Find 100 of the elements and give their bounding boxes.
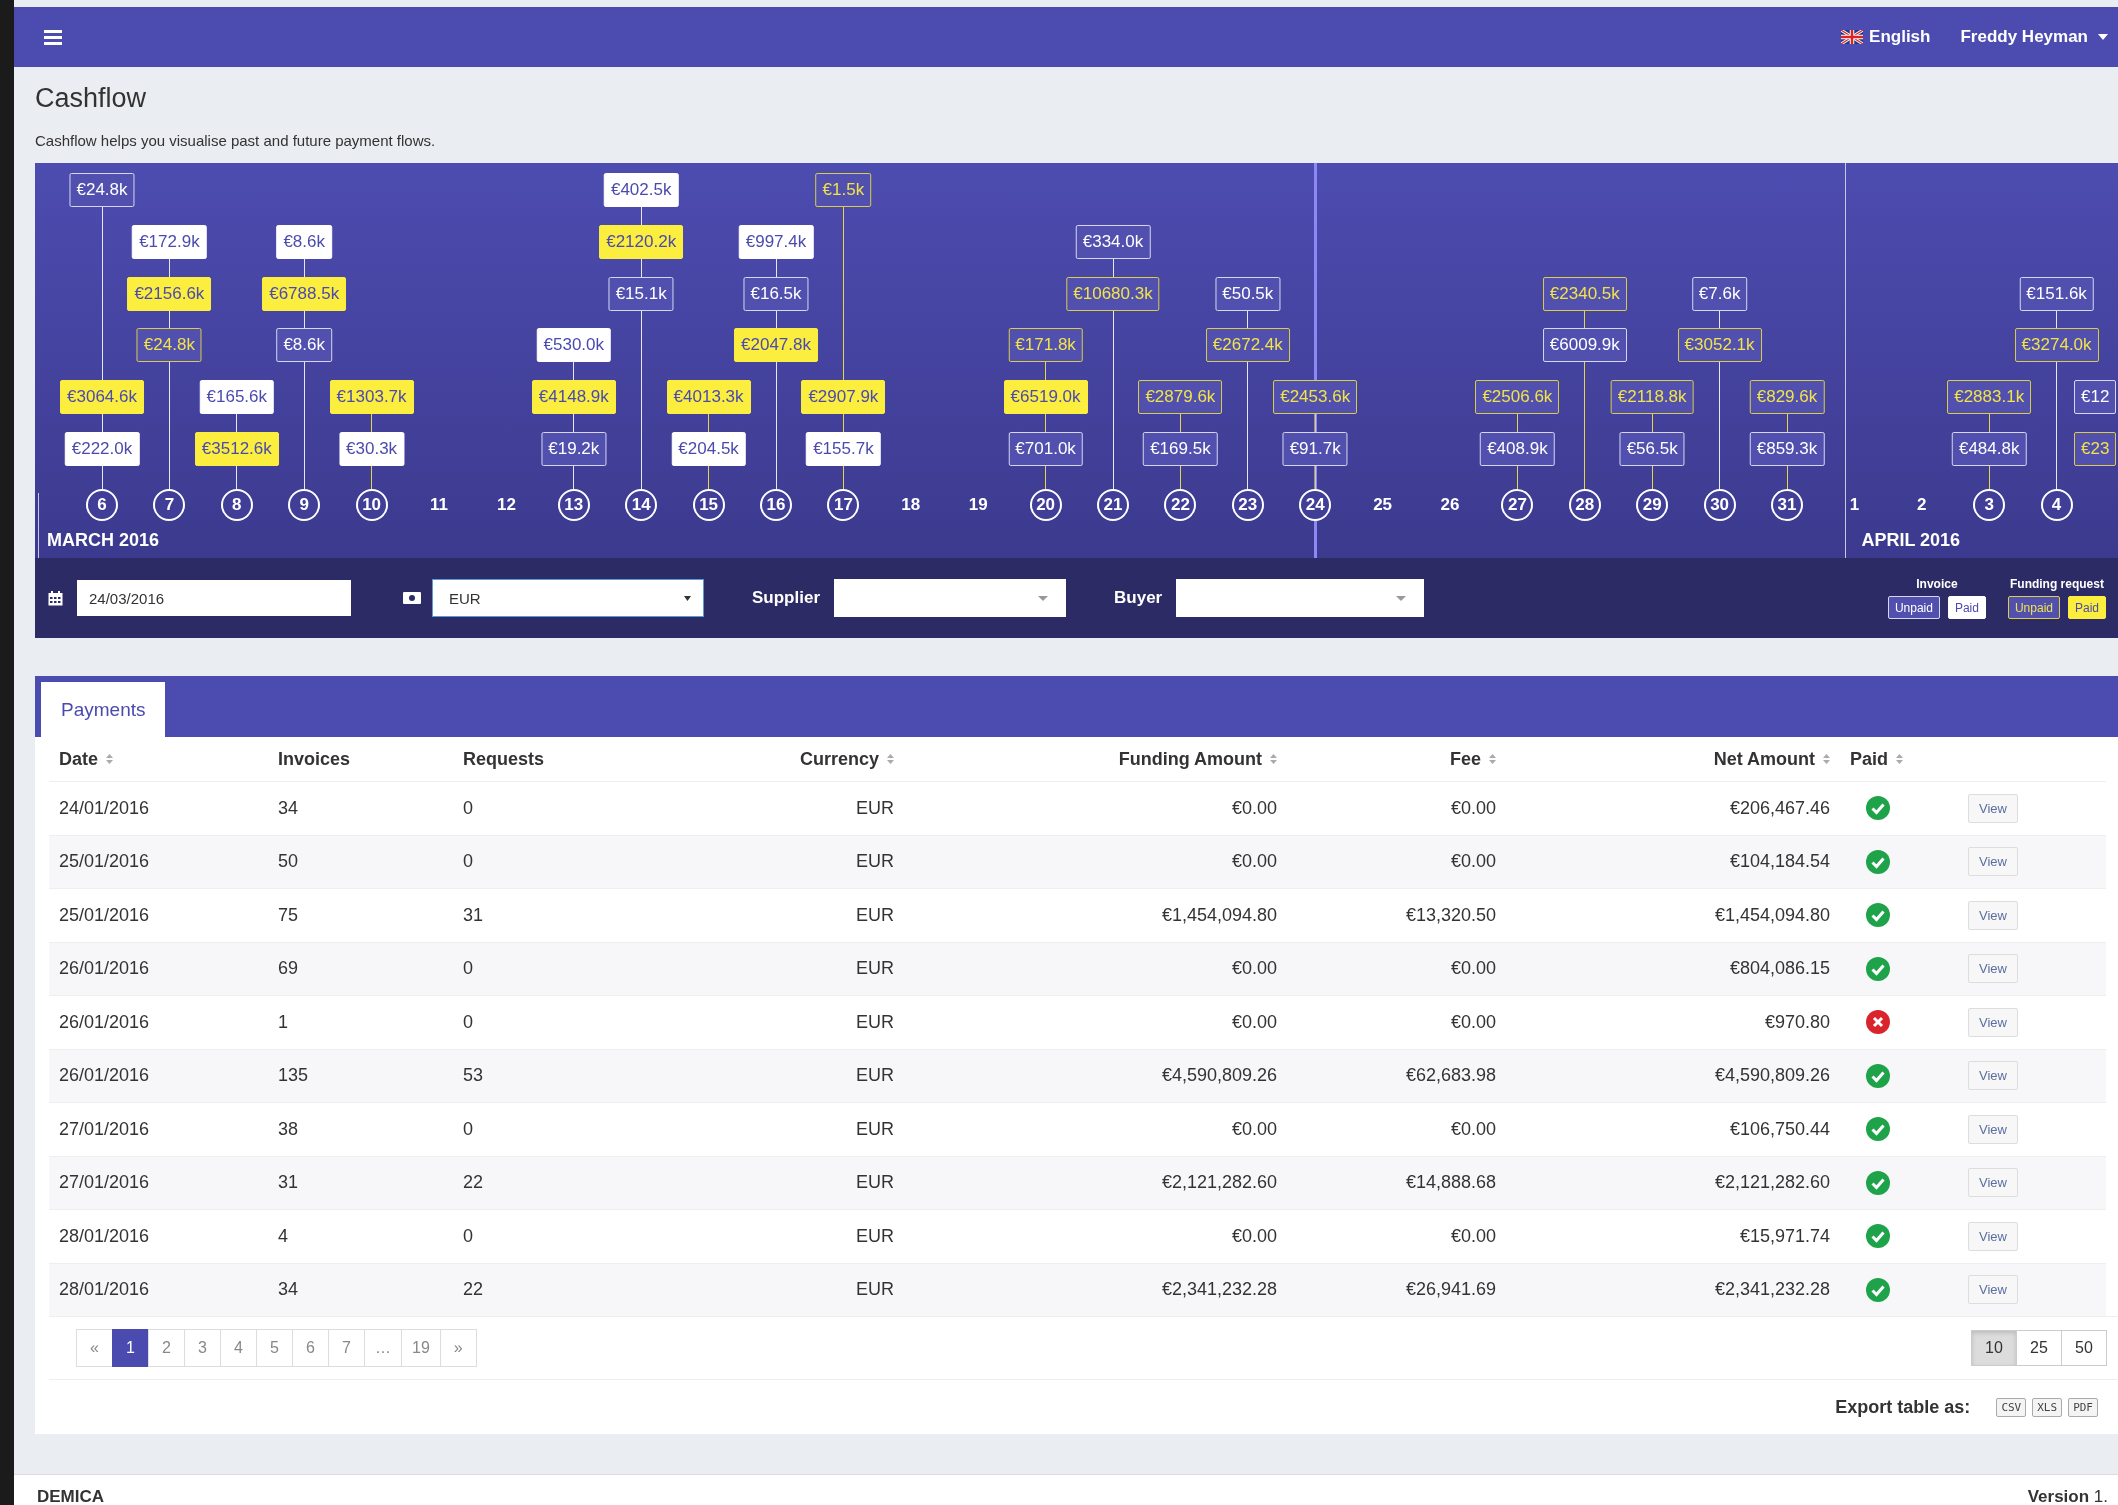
page-button[interactable]: 19 [401, 1329, 441, 1367]
table-cell: EUR [856, 851, 894, 872]
table-cell: EUR [856, 1118, 894, 1139]
menu-icon[interactable] [44, 29, 62, 45]
page-button[interactable]: 2 [148, 1329, 185, 1367]
amount-tag: €6519.0k [1003, 380, 1088, 415]
view-button[interactable]: View [1968, 900, 2018, 930]
next-page-button[interactable]: » [439, 1329, 477, 1367]
table-cell: €15,971.74 [1739, 1225, 1830, 1246]
sort-icon [887, 754, 894, 764]
amount-tag: €24.8k [136, 328, 202, 363]
brand-name: DEMICA [37, 1487, 105, 1505]
export-button[interactable]: PDF [2068, 1397, 2098, 1417]
column-header[interactable]: Funding Amount [1118, 748, 1277, 770]
amount-tag: €859.3k [1749, 432, 1825, 466]
status-toggle[interactable]: Paid [2067, 596, 2106, 619]
page-button[interactable]: … [364, 1329, 402, 1367]
amount-tag: €24.8k [69, 173, 135, 207]
day-number: 6 [86, 489, 118, 521]
day-number: 21 [1097, 489, 1129, 521]
status-toggle[interactable]: Unpaid [2007, 596, 2060, 619]
day-number: 9 [288, 489, 321, 521]
table-cell: €62,683.98 [1405, 1065, 1496, 1086]
amount-tag: €402.5k [603, 173, 679, 207]
amount-tag: €50.5k [1215, 276, 1281, 311]
caret-icon [2098, 34, 2108, 40]
previous-page-button[interactable]: « [76, 1329, 113, 1367]
view-button[interactable]: View [1968, 793, 2018, 823]
amount-tag: €4148.9k [531, 380, 616, 415]
table-cell: 38 [278, 1118, 299, 1139]
amount-tag: €2883.1k [1947, 380, 2032, 415]
table-cell: EUR [856, 797, 894, 818]
currency-select[interactable]: EUR [432, 579, 704, 617]
day-number: 24 [1299, 489, 1332, 521]
amount-tag: €3052.1k [1677, 328, 1762, 363]
amount-tag: €2156.6k [127, 276, 212, 311]
column-header[interactable]: Paid [1850, 748, 1903, 770]
view-button[interactable]: View [1968, 1114, 2018, 1144]
view-button[interactable]: View [1968, 1168, 2018, 1198]
view-button[interactable]: View [1968, 847, 2018, 877]
table-cell: EUR [856, 958, 894, 979]
day-number: 2 [1916, 494, 1928, 516]
page-button[interactable]: 7 [328, 1329, 365, 1367]
table-cell: EUR [856, 1172, 894, 1193]
amount-tag: €2506.6k [1475, 380, 1560, 415]
amount-tag: €7.6k [1691, 276, 1748, 311]
table-cell: €2,341,232.28 [1714, 1279, 1830, 1300]
status-toggle[interactable]: Unpaid [1887, 596, 1940, 619]
export-button[interactable]: CSV [1996, 1397, 2027, 1417]
amount-tag: €222.0k [64, 432, 140, 466]
table-cell: 27/01/2016 [59, 1172, 150, 1193]
legend-title: Funding request [2009, 577, 2104, 591]
page-button[interactable]: 6 [292, 1329, 329, 1367]
view-button[interactable]: View [1968, 1275, 2018, 1305]
amount-tag: €1303.7k [329, 380, 414, 415]
day-number: 22 [1164, 489, 1197, 521]
page-button[interactable]: 5 [256, 1329, 293, 1367]
table-cell: 1 [278, 1011, 288, 1032]
column-header[interactable]: Date [59, 748, 113, 770]
table-cell: 28/01/2016 [59, 1225, 150, 1246]
page-size-button[interactable]: 10 [1971, 1330, 2017, 1366]
table-cell: 22 [463, 1172, 484, 1193]
amount-tag: €2879.6k [1138, 380, 1223, 415]
tab[interactable]: Payments [41, 682, 166, 737]
table-cell: €0.00 [1450, 1118, 1496, 1139]
table-cell: EUR [856, 904, 894, 925]
day-number: 8 [220, 489, 253, 521]
view-button[interactable]: View [1968, 1221, 2018, 1251]
view-button[interactable]: View [1968, 1007, 2018, 1037]
user-menu[interactable]: Freddy Heyman [1960, 27, 2108, 47]
amount-tag: €2340.5k [1542, 276, 1627, 311]
status-toggle[interactable]: Paid [1947, 596, 1986, 619]
table-cell: 0 [463, 958, 473, 979]
amount-tag: €10680.3k [1066, 276, 1160, 311]
column-header: Requests [463, 748, 545, 770]
sort-icon [1270, 754, 1277, 764]
language-menu[interactable]: English [1841, 27, 1931, 47]
page-button[interactable]: 4 [220, 1329, 257, 1367]
page-button[interactable]: 1 [112, 1329, 149, 1367]
supplier-select[interactable] [834, 579, 1066, 617]
column-header[interactable]: Currency [799, 748, 894, 770]
table-cell: €0.00 [1231, 1011, 1277, 1032]
day-number: 16 [760, 489, 792, 521]
table-cell: €0.00 [1450, 1225, 1496, 1246]
page-size-button[interactable]: 25 [2016, 1330, 2062, 1366]
amount-tag: €15.1k [608, 276, 674, 311]
column-header[interactable]: Fee [1449, 748, 1496, 770]
page-button[interactable]: 3 [184, 1329, 221, 1367]
view-button[interactable]: View [1968, 954, 2018, 984]
date-field[interactable]: 24/03/2016 [77, 580, 351, 616]
view-button[interactable]: View [1968, 1061, 2018, 1091]
table-cell: EUR [856, 1279, 894, 1300]
column-header[interactable]: Net Amount [1713, 748, 1830, 770]
table-cell: EUR [856, 1065, 894, 1086]
buyer-select[interactable] [1176, 579, 1425, 617]
day-number: 29 [1636, 489, 1669, 521]
amount-tag: €23 [2074, 432, 2117, 466]
month-label: MARCH 2016 [47, 530, 160, 551]
export-button[interactable]: XLS [2032, 1397, 2063, 1417]
page-size-button[interactable]: 50 [2061, 1330, 2107, 1366]
